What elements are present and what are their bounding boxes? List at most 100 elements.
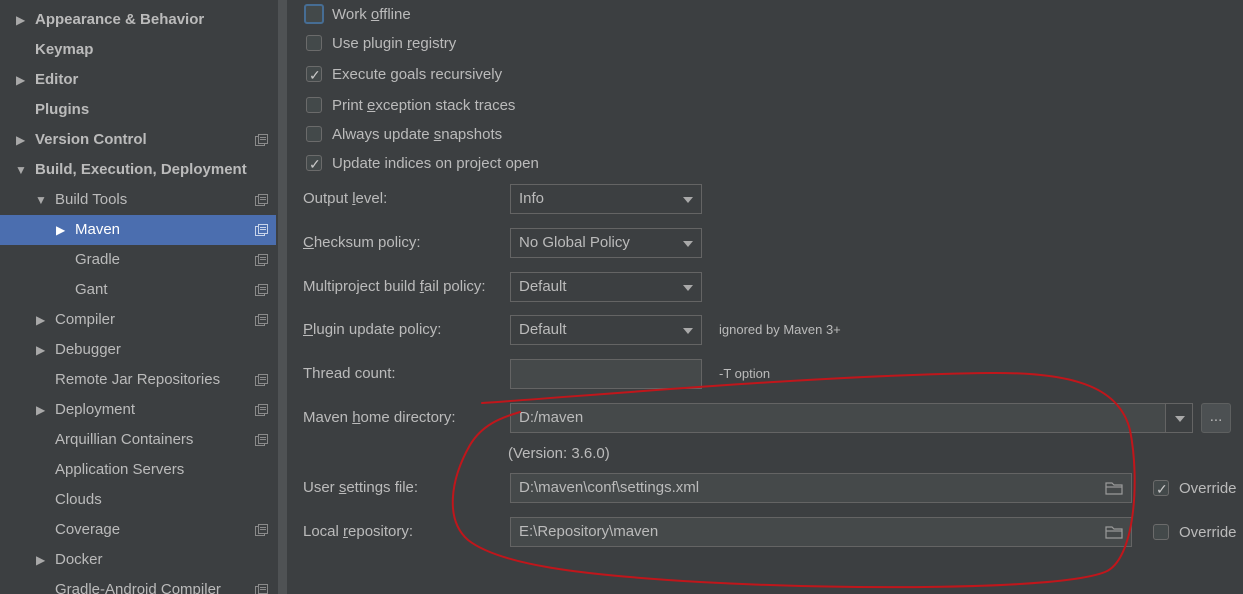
tree-item-editor[interactable]: ▶ Editor	[0, 65, 276, 95]
tree-item-label: Plugins	[35, 101, 90, 118]
local-repository-label: Local repository:	[303, 523, 414, 540]
chevron-down-icon	[683, 241, 693, 247]
input-value: D:\maven\conf\settings.xml	[519, 479, 700, 496]
maven-home-browse-button[interactable]: ...	[1201, 403, 1231, 433]
tree-item-label: Appearance & Behavior	[35, 11, 205, 28]
tree-item-remote-jar-repositories[interactable]: Remote Jar Repositories	[0, 365, 276, 395]
maven-version-label: (Version: 3.6.0)	[508, 445, 610, 462]
user-settings-input[interactable]: D:\maven\conf\settings.xml	[510, 473, 1132, 503]
maven-home-dropdown-button[interactable]	[1165, 403, 1193, 433]
input-value: E:\Repository\maven	[519, 523, 659, 540]
tree-item-coverage[interactable]: Coverage	[0, 515, 276, 545]
collapse-arrow-icon[interactable]: ▼	[15, 155, 27, 185]
collapse-arrow-icon[interactable]: ▼	[35, 185, 47, 215]
expand-arrow-icon[interactable]: ▶	[36, 305, 48, 335]
local-repository-input[interactable]: E:\Repository\maven	[510, 517, 1132, 547]
thread-count-input[interactable]	[510, 359, 702, 389]
tree-item-debugger[interactable]: ▶ Debugger	[0, 335, 276, 365]
checkbox-label: Print exception stack traces	[332, 97, 516, 114]
plugin-update-policy-select[interactable]: Default	[510, 315, 702, 345]
tree-item-label: Version Control	[35, 131, 147, 148]
output-level-label: Output level:	[303, 190, 388, 207]
checkbox-label: Use plugin registry	[332, 35, 457, 52]
maven-settings-panel: Work offline Use plugin registry ✓ Execu…	[288, 0, 1243, 594]
expand-arrow-icon[interactable]: ▶	[16, 5, 28, 35]
tree-item-label: Keymap	[35, 41, 94, 58]
expand-arrow-icon[interactable]: ▶	[56, 215, 68, 245]
tree-item-appearance-behavior[interactable]: ▶ Appearance & Behavior	[0, 5, 276, 35]
thread-count-hint: -T option	[719, 366, 771, 381]
tree-item-compiler[interactable]: ▶ Compiler	[0, 305, 276, 335]
tree-item-label: Editor	[35, 71, 79, 88]
settings-tree: ▶ Appearance & Behavior Keymap ▶ Editor …	[0, 0, 276, 594]
output-level-select[interactable]: Info	[510, 184, 702, 214]
tree-item-label: Remote Jar Repositories	[55, 371, 221, 388]
folder-icon[interactable]	[1105, 526, 1123, 539]
tree-item-gradle-android-compiler[interactable]: Gradle-Android Compiler	[0, 575, 276, 594]
maven-home-combo[interactable]: D:/maven	[510, 403, 1166, 433]
tree-item-label: Docker	[55, 551, 103, 568]
chevron-down-icon	[683, 285, 693, 291]
checkbox-box[interactable]	[1153, 524, 1169, 540]
checkbox-box[interactable]	[304, 4, 324, 24]
project-settings-icon	[255, 224, 268, 236]
tree-item-label: Maven	[75, 221, 121, 238]
tree-item-gant[interactable]: Gant	[0, 275, 276, 305]
chevron-down-icon	[683, 197, 693, 203]
select-value: Default	[519, 321, 567, 338]
expand-arrow-icon[interactable]: ▶	[36, 335, 48, 365]
tree-item-keymap[interactable]: Keymap	[0, 35, 276, 65]
tree-item-arquillian-containers[interactable]: Arquillian Containers	[0, 425, 276, 455]
user-settings-label: User settings file:	[303, 479, 419, 496]
project-settings-icon	[255, 314, 268, 326]
sidebar-scrollbar-thumb[interactable]	[278, 0, 287, 594]
expand-arrow-icon[interactable]: ▶	[16, 125, 28, 155]
tree-item-maven[interactable]: ▶ Maven	[0, 215, 276, 245]
checkmark-icon: ✓	[309, 67, 321, 83]
tree-item-gradle[interactable]: Gradle	[0, 245, 276, 275]
tree-item-clouds[interactable]: Clouds	[0, 485, 276, 515]
checkbox-label: Execute goals recursively	[332, 66, 503, 83]
tree-item-label: Debugger	[55, 341, 121, 358]
project-settings-icon	[255, 254, 268, 266]
checkbox-box[interactable]	[306, 97, 322, 113]
multiproject-fail-policy-select[interactable]: Default	[510, 272, 702, 302]
checkbox-box[interactable]	[306, 35, 322, 51]
checkbox-box[interactable]: ✓	[306, 66, 322, 83]
tree-item-plugins[interactable]: Plugins	[0, 95, 276, 125]
tree-item-label: Clouds	[55, 491, 102, 508]
select-value: Default	[519, 278, 567, 295]
checkbox-label: Work offline	[332, 6, 411, 23]
project-settings-icon	[255, 134, 268, 146]
tree-item-build-tools[interactable]: ▼ Build Tools	[0, 185, 276, 215]
project-settings-icon	[255, 584, 268, 594]
project-settings-icon	[255, 194, 268, 206]
tree-item-deployment[interactable]: ▶ Deployment	[0, 395, 276, 425]
tree-item-label: Gant	[75, 281, 108, 298]
tree-item-label: Compiler	[55, 311, 116, 328]
select-value: No Global Policy	[519, 234, 630, 251]
tree-item-docker[interactable]: ▶ Docker	[0, 545, 276, 575]
tree-item-version-control[interactable]: ▶ Version Control	[0, 125, 276, 155]
tree-item-label: Arquillian Containers	[55, 431, 194, 448]
checkbox-box[interactable]: ✓	[1153, 480, 1169, 497]
tree-item-label: Application Servers	[55, 461, 185, 478]
checkbox-box[interactable]	[306, 126, 322, 142]
tree-item-label: Build, Execution, Deployment	[35, 161, 247, 178]
expand-arrow-icon[interactable]: ▶	[36, 395, 48, 425]
tree-item-label: Build Tools	[55, 191, 128, 208]
tree-item-build-execution-deployment[interactable]: ▼ Build, Execution, Deployment	[0, 155, 276, 185]
checksum-policy-select[interactable]: No Global Policy	[510, 228, 702, 258]
tree-item-label: Gradle-Android Compiler	[55, 581, 221, 594]
expand-arrow-icon[interactable]: ▶	[16, 65, 28, 95]
project-settings-icon	[255, 524, 268, 536]
expand-arrow-icon[interactable]: ▶	[36, 545, 48, 575]
input-value: D:/maven	[519, 409, 584, 426]
tree-item-application-servers[interactable]: Application Servers	[0, 455, 276, 485]
multiproject-fail-policy-label: Multiproject build fail policy:	[303, 278, 486, 295]
folder-icon[interactable]	[1105, 482, 1123, 495]
project-settings-icon	[255, 434, 268, 446]
checkbox-box[interactable]: ✓	[306, 155, 322, 172]
project-settings-icon	[255, 404, 268, 416]
checkbox-label: Update indices on project open	[332, 155, 539, 172]
